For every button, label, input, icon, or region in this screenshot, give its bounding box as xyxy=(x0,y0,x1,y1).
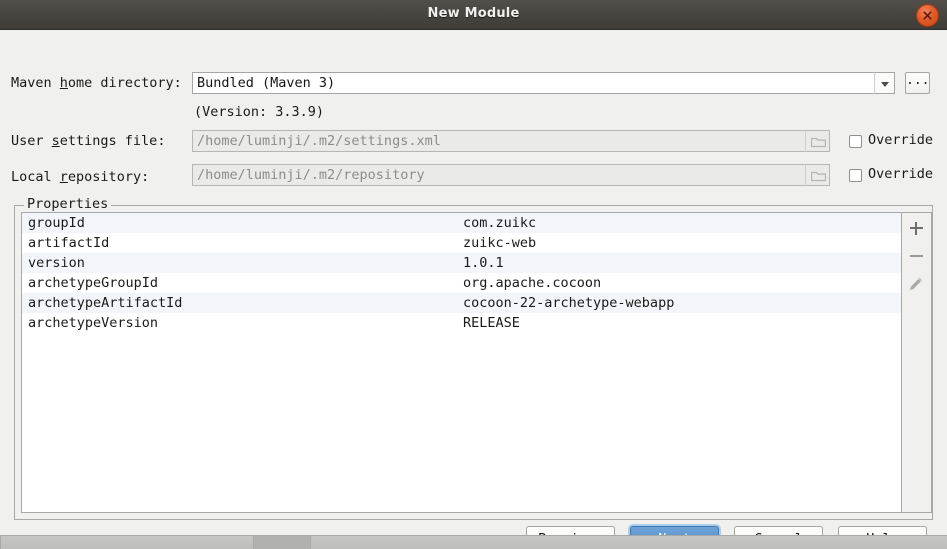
user-settings-label: User settings file: xyxy=(11,133,165,149)
dialog-title: New Module xyxy=(0,6,947,21)
property-value: com.zuikc xyxy=(463,213,536,233)
table-row[interactable]: archetypeGroupId org.apache.cocoon xyxy=(22,273,901,293)
property-value: org.apache.cocoon xyxy=(463,273,601,293)
user-settings-override-label: Override xyxy=(868,132,933,148)
maven-home-label: Maven home directory: xyxy=(11,75,182,91)
dialog-titlebar: New Module xyxy=(0,0,947,30)
properties-toolbar xyxy=(902,212,932,513)
local-repository-label: Local repository: xyxy=(11,169,149,185)
maven-home-browse-button[interactable]: ... xyxy=(905,72,930,94)
table-row[interactable]: archetypeVersion RELEASE xyxy=(22,313,901,333)
property-name: archetypeVersion xyxy=(28,313,158,333)
table-row[interactable]: archetypeArtifactId cocoon-22-archetype-… xyxy=(22,293,901,313)
user-settings-input[interactable]: /home/luminji/.m2/settings.xml xyxy=(192,130,806,152)
maven-version-note: (Version: 3.3.9) xyxy=(194,104,324,120)
minus-icon[interactable] xyxy=(902,243,930,269)
property-name: artifactId xyxy=(28,233,109,253)
new-module-dialog: New Module Maven home directory: Bundled… xyxy=(0,0,947,536)
maven-home-input[interactable]: Bundled (Maven 3) xyxy=(192,72,875,94)
dialog-content: Maven home directory: Bundled (Maven 3) … xyxy=(0,30,947,536)
property-value: RELEASE xyxy=(463,313,520,333)
pencil-icon[interactable] xyxy=(902,271,930,297)
folder-icon[interactable] xyxy=(805,130,830,152)
desktop-background: New Module Maven home directory: Bundled… xyxy=(0,0,947,549)
local-repository-input[interactable]: /home/luminji/.m2/repository xyxy=(192,164,806,186)
taskbar-item[interactable] xyxy=(0,536,254,549)
folder-icon[interactable] xyxy=(805,164,830,186)
close-icon[interactable] xyxy=(916,4,939,27)
property-value: 1.0.1 xyxy=(463,253,504,273)
plus-icon[interactable] xyxy=(902,215,930,241)
property-name: groupId xyxy=(28,213,85,233)
property-name: version xyxy=(28,253,85,273)
properties-table[interactable]: groupId com.zuikc artifactId zuikc-web v… xyxy=(21,212,902,513)
taskbar xyxy=(0,535,947,549)
property-name: archetypeGroupId xyxy=(28,273,158,293)
property-name: archetypeArtifactId xyxy=(28,293,182,313)
checkbox-box xyxy=(849,169,862,182)
table-row[interactable]: groupId com.zuikc xyxy=(22,213,901,233)
table-row[interactable]: artifactId zuikc-web xyxy=(22,233,901,253)
taskbar-item[interactable] xyxy=(310,536,947,549)
checkbox-box xyxy=(849,135,862,148)
chevron-down-icon[interactable] xyxy=(874,72,895,94)
local-repository-override-label: Override xyxy=(868,166,933,182)
taskbar-item-active[interactable] xyxy=(253,536,311,549)
property-value: zuikc-web xyxy=(463,233,536,253)
property-value: cocoon-22-archetype-webapp xyxy=(463,293,674,313)
properties-group-title: Properties xyxy=(24,196,111,212)
table-row[interactable]: version 1.0.1 xyxy=(22,253,901,273)
